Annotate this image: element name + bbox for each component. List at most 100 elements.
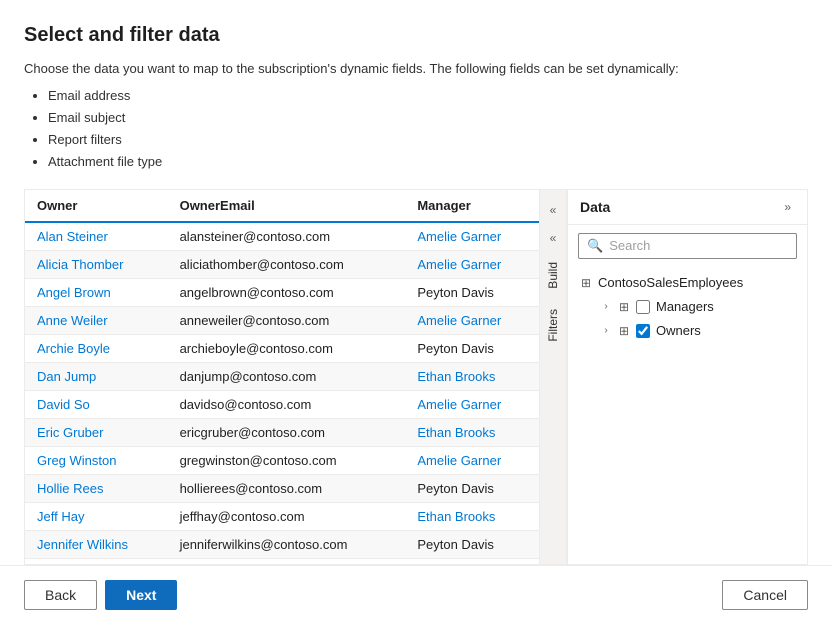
cell-email: archieboyle@contoso.com: [168, 334, 406, 362]
table-row[interactable]: Jennifer Wilkins jenniferwilkins@contoso.…: [25, 530, 539, 558]
cell-manager: Peyton Davis: [405, 530, 539, 558]
table-row[interactable]: Angel Brownangelbrown@contoso.comPeyton …: [25, 278, 539, 306]
search-icon: 🔍: [587, 238, 603, 254]
cell-owner: David So: [25, 390, 168, 418]
footer-left: Back Next: [24, 580, 177, 610]
cancel-button[interactable]: Cancel: [722, 580, 808, 610]
cell-manager: Amelie Garner: [405, 250, 539, 278]
tree-owners-item[interactable]: › ⊞ Owners: [588, 319, 807, 343]
table-row[interactable]: Greg Winston gregwinston@contoso.comAmeli…: [25, 446, 539, 474]
owner-link[interactable]: Alan Steiner: [37, 229, 108, 244]
table-row[interactable]: Anne Weiler anneweiler@contoso.comAmelie …: [25, 306, 539, 334]
cell-manager: Peyton Davis: [405, 334, 539, 362]
bullet-email-subject: Email subject: [48, 107, 808, 129]
cell-email: danjump@contoso.com: [168, 362, 406, 390]
col-owner: Owner: [25, 190, 168, 222]
collapse-filters-btn[interactable]: «: [541, 226, 565, 250]
cell-manager: Peyton Davis: [405, 474, 539, 502]
cell-owner: Anne Weiler: [25, 306, 168, 334]
table-row[interactable]: Alicia Thomber aliciathomber@contoso.comA…: [25, 250, 539, 278]
dynamic-fields-list: Email address Email subject Report filte…: [24, 85, 808, 173]
table-row[interactable]: Archie Boyle archieboyle@contoso.comPeyto…: [25, 334, 539, 362]
owner-link[interactable]: Archie Boyle: [37, 341, 110, 356]
owners-table-icon: ⊞: [616, 323, 632, 339]
owner-link[interactable]: Eric Gruber: [37, 425, 103, 440]
managers-toggle[interactable]: ›: [598, 299, 614, 315]
table-row[interactable]: Hollie Rees hollierees@contoso.comPeyton …: [25, 474, 539, 502]
tree-area: ⊞ ContosoSalesEmployees › ⊞ Managers › ⊞: [568, 267, 807, 564]
owner-link[interactable]: Jennifer Wilkins: [37, 537, 128, 552]
cell-email: anneweiler@contoso.com: [168, 306, 406, 334]
cell-manager: Ethan Brooks: [405, 502, 539, 530]
table-row[interactable]: Eric Gruberericgruber@contoso.comEthan B…: [25, 418, 539, 446]
owners-toggle[interactable]: ›: [598, 323, 614, 339]
col-manager: Manager: [405, 190, 539, 222]
cell-owner: Eric Gruber: [25, 418, 168, 446]
cell-owner: Jennifer Wilkins: [25, 530, 168, 558]
tree-dataset-item[interactable]: ⊞ ContosoSalesEmployees: [568, 271, 807, 295]
table-row[interactable]: David So davidso@contoso.comAmelie Garner: [25, 390, 539, 418]
cell-manager: Peyton Davis: [405, 278, 539, 306]
cell-email: alansteiner@contoso.com: [168, 222, 406, 251]
tree-managers-item[interactable]: › ⊞ Managers: [588, 295, 807, 319]
data-panel-expand-btn[interactable]: »: [780, 198, 795, 216]
cell-owner: Angel Brown: [25, 278, 168, 306]
owners-label: Owners: [656, 323, 701, 338]
search-input[interactable]: [609, 238, 788, 253]
owner-link[interactable]: Alicia Thomber: [37, 257, 123, 272]
cell-owner: Alan Steiner: [25, 222, 168, 251]
next-button[interactable]: Next: [105, 580, 177, 610]
page-title: Select and filter data: [24, 24, 808, 47]
owner-link[interactable]: Hollie Rees: [37, 481, 103, 496]
table-row[interactable]: Alan Steiner alansteiner@contoso.comAmeli…: [25, 222, 539, 251]
cell-owner: Alicia Thomber: [25, 250, 168, 278]
owner-link[interactable]: Dan Jump: [37, 369, 96, 384]
data-panel: Data » 🔍 ⊞ ContosoSalesEmployees › ⊞: [567, 190, 807, 564]
table-row[interactable]: Jeff Hay jeffhay@contoso.comEthan Brooks: [25, 502, 539, 530]
dataset-label: ContosoSalesEmployees: [598, 275, 743, 290]
cell-email: davidso@contoso.com: [168, 390, 406, 418]
page-description: Choose the data you want to map to the s…: [24, 59, 808, 79]
search-box: 🔍: [578, 233, 797, 259]
managers-table-icon: ⊞: [616, 299, 632, 315]
cell-manager: Amelie Garner: [405, 446, 539, 474]
owner-link[interactable]: Jeff Hay: [37, 509, 84, 524]
owner-link[interactable]: Angel Brown: [37, 285, 111, 300]
managers-label: Managers: [656, 299, 714, 314]
cell-owner: Dan Jump: [25, 362, 168, 390]
cell-email: ericgruber@contoso.com: [168, 418, 406, 446]
cell-owner: Greg Winston: [25, 446, 168, 474]
cell-manager: Amelie Garner: [405, 222, 539, 251]
table-scroll[interactable]: Owner OwnerEmail Manager Alan Steiner ala…: [25, 190, 539, 559]
data-panel-nav: »: [780, 198, 795, 216]
cell-manager: Ethan Brooks: [405, 362, 539, 390]
bullet-email-address: Email address: [48, 85, 808, 107]
footer: Back Next Cancel: [0, 565, 832, 624]
cell-email: gregwinston@contoso.com: [168, 446, 406, 474]
cell-email: hollierees@contoso.com: [168, 474, 406, 502]
cell-manager: Amelie Garner: [405, 306, 539, 334]
data-panel-title: Data: [580, 199, 610, 215]
cell-email: jeffhay@contoso.com: [168, 502, 406, 530]
filters-tab[interactable]: Filters: [542, 301, 564, 350]
cell-email: jenniferwilkins@contoso.com: [168, 530, 406, 558]
owner-link[interactable]: David So: [37, 397, 90, 412]
back-button[interactable]: Back: [24, 580, 97, 610]
cell-email: aliciathomber@contoso.com: [168, 250, 406, 278]
cell-manager: Amelie Garner: [405, 390, 539, 418]
managers-checkbox[interactable]: [636, 300, 650, 314]
data-panel-header: Data »: [568, 190, 807, 225]
table-row[interactable]: Dan Jump danjump@contoso.comEthan Brooks: [25, 362, 539, 390]
main-area: Owner OwnerEmail Manager Alan Steiner ala…: [24, 189, 808, 565]
owners-checkbox[interactable]: [636, 324, 650, 338]
owner-link[interactable]: Greg Winston: [37, 453, 116, 468]
collapse-table-btn[interactable]: «: [541, 198, 565, 222]
table-header-row: Owner OwnerEmail Manager: [25, 190, 539, 222]
table-panel: Owner OwnerEmail Manager Alan Steiner ala…: [25, 190, 539, 564]
cell-owner: Hollie Rees: [25, 474, 168, 502]
owner-link[interactable]: Anne Weiler: [37, 313, 108, 328]
cell-owner: Jeff Hay: [25, 502, 168, 530]
tree-children: › ⊞ Managers › ⊞ Owners: [568, 295, 807, 343]
dataset-icon: ⊞: [578, 275, 594, 291]
build-tab[interactable]: Build: [542, 254, 564, 297]
